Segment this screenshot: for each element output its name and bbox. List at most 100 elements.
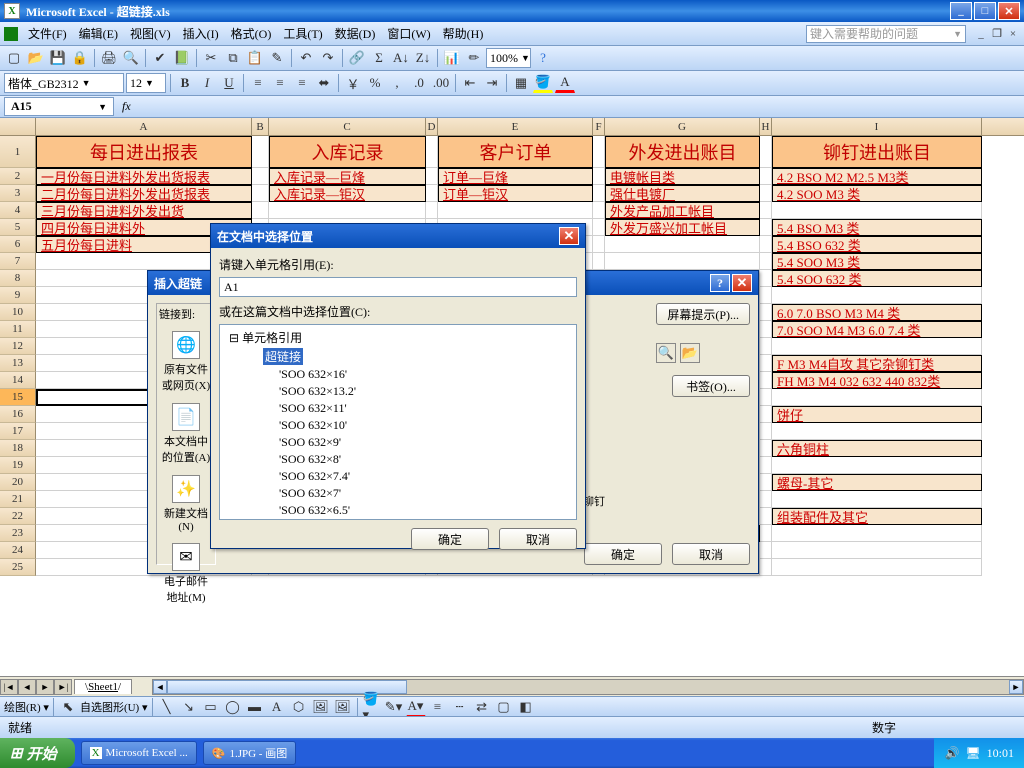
- cell[interactable]: [760, 287, 772, 304]
- cell[interactable]: [772, 338, 982, 355]
- place-ok-button[interactable]: 确定: [411, 528, 489, 550]
- diagram-button[interactable]: ⬡: [289, 697, 309, 717]
- tree-item[interactable]: 'SOO 632×6': [223, 519, 573, 520]
- cell[interactable]: 螺母-其它: [772, 474, 982, 491]
- row-header[interactable]: 9: [0, 287, 36, 304]
- line-style-button[interactable]: ≡: [428, 697, 448, 717]
- save-button[interactable]: 💾: [48, 48, 68, 68]
- cell[interactable]: 饼仔: [772, 406, 982, 423]
- cell[interactable]: [760, 491, 772, 508]
- arrow-button[interactable]: ↘: [179, 697, 199, 717]
- merge-button[interactable]: ⬌: [314, 73, 334, 93]
- comma-button[interactable]: ,: [387, 73, 407, 93]
- undo-button[interactable]: ↶: [296, 48, 316, 68]
- cell[interactable]: FH M3 M4 032 632 440 832类: [772, 372, 982, 389]
- cell[interactable]: [760, 253, 772, 270]
- cell[interactable]: [760, 202, 772, 219]
- tree-item[interactable]: 'SOO 632×16': [223, 366, 573, 383]
- col-G[interactable]: G: [605, 118, 760, 135]
- linkto-existing[interactable]: 🌐原有文件或网页(X): [159, 325, 213, 397]
- linkto-email[interactable]: ✉电子邮件地址(M): [159, 537, 213, 609]
- cell[interactable]: [760, 525, 772, 542]
- cell[interactable]: [772, 525, 982, 542]
- place-dialog-title[interactable]: 在文档中选择位置 ✕: [211, 224, 585, 248]
- col-D[interactable]: D: [426, 118, 438, 135]
- row-header[interactable]: 20: [0, 474, 36, 491]
- row-header[interactable]: 7: [0, 253, 36, 270]
- tab-next-button[interactable]: ►: [36, 679, 54, 695]
- col-E[interactable]: E: [438, 118, 593, 135]
- rect-button[interactable]: ▭: [201, 697, 221, 717]
- dec-indent-button[interactable]: ⇤: [460, 73, 480, 93]
- font-color-draw-button[interactable]: A▾: [406, 697, 426, 717]
- cell[interactable]: 外发万盛兴加工帐目: [605, 219, 760, 236]
- row-header[interactable]: 5: [0, 219, 36, 236]
- row-header[interactable]: 21: [0, 491, 36, 508]
- paste-button[interactable]: 📋: [245, 48, 265, 68]
- cell[interactable]: [269, 202, 426, 219]
- row-header[interactable]: 16: [0, 406, 36, 423]
- shadow-button[interactable]: ▢: [494, 697, 514, 717]
- sheet-tab[interactable]: \Sheet1/: [74, 679, 132, 694]
- italic-button[interactable]: I: [197, 73, 217, 93]
- browse-file-button[interactable]: 📂: [680, 343, 700, 363]
- underline-button[interactable]: U: [219, 73, 239, 93]
- cell[interactable]: [252, 185, 269, 202]
- cell[interactable]: 入库记录: [269, 136, 426, 168]
- cell[interactable]: 订单—巨烽: [438, 168, 593, 185]
- row-header[interactable]: 4: [0, 202, 36, 219]
- cell[interactable]: [760, 559, 772, 576]
- tab-last-button[interactable]: ►|: [54, 679, 72, 695]
- cell[interactable]: [252, 202, 269, 219]
- cell[interactable]: 三月份每日进料外发出货: [36, 202, 252, 219]
- row-header[interactable]: 17: [0, 423, 36, 440]
- row-header[interactable]: 3: [0, 185, 36, 202]
- linkto-current[interactable]: 📄本文档中的位置(A): [159, 397, 213, 469]
- menu-help[interactable]: 帮助(H): [437, 23, 490, 44]
- cell[interactable]: [760, 389, 772, 406]
- line-button[interactable]: ╲: [157, 697, 177, 717]
- preview-button[interactable]: 🔍: [121, 48, 141, 68]
- autosum-button[interactable]: Σ: [369, 48, 389, 68]
- row-header[interactable]: 1: [0, 136, 36, 168]
- col-H[interactable]: H: [760, 118, 772, 135]
- cell[interactable]: 一月份每日进料外发出货报表: [36, 168, 252, 185]
- chart-button[interactable]: 📊: [442, 48, 462, 68]
- cell[interactable]: [438, 202, 593, 219]
- cell[interactable]: [760, 440, 772, 457]
- screen-tip-button[interactable]: 屏幕提示(P)...: [656, 303, 750, 325]
- cut-button[interactable]: ✂: [201, 48, 221, 68]
- row-header[interactable]: 12: [0, 338, 36, 355]
- fx-button[interactable]: fx: [122, 99, 131, 114]
- cell[interactable]: 电镀帐目类: [605, 168, 760, 185]
- browse-web-button[interactable]: 🔍: [656, 343, 676, 363]
- row-header[interactable]: 10: [0, 304, 36, 321]
- cell[interactable]: [760, 355, 772, 372]
- drawing-button[interactable]: ✏: [464, 48, 484, 68]
- row-header[interactable]: 25: [0, 559, 36, 576]
- cell[interactable]: [760, 270, 772, 287]
- scroll-left-button[interactable]: ◄: [153, 680, 167, 694]
- close-button[interactable]: ✕: [998, 2, 1020, 20]
- tree-item[interactable]: 'SOO 632×7.4': [223, 468, 573, 485]
- cell[interactable]: 外发进出账目: [605, 136, 760, 168]
- cell[interactable]: [426, 202, 438, 219]
- linkto-newdoc[interactable]: ✨新建文档(N): [159, 469, 213, 537]
- cell[interactable]: [593, 202, 605, 219]
- cell[interactable]: [593, 185, 605, 202]
- mdi-restore[interactable]: ❐: [990, 27, 1004, 41]
- open-button[interactable]: 📂: [26, 48, 46, 68]
- zoom-combo[interactable]: 100%▼: [486, 48, 531, 68]
- taskbar-excel[interactable]: XMicrosoft Excel ...: [81, 741, 197, 765]
- name-box[interactable]: A15▼: [4, 97, 114, 116]
- font-size-combo[interactable]: 12▼: [126, 73, 166, 93]
- cell[interactable]: [772, 389, 982, 406]
- scroll-right-button[interactable]: ►: [1009, 680, 1023, 694]
- cell[interactable]: [760, 372, 772, 389]
- cell[interactable]: [760, 542, 772, 559]
- cell[interactable]: [760, 219, 772, 236]
- format-painter-button[interactable]: ✎: [267, 48, 287, 68]
- align-left-button[interactable]: ≡: [248, 73, 268, 93]
- menu-tools[interactable]: 工具(T): [277, 23, 328, 44]
- cell[interactable]: [772, 423, 982, 440]
